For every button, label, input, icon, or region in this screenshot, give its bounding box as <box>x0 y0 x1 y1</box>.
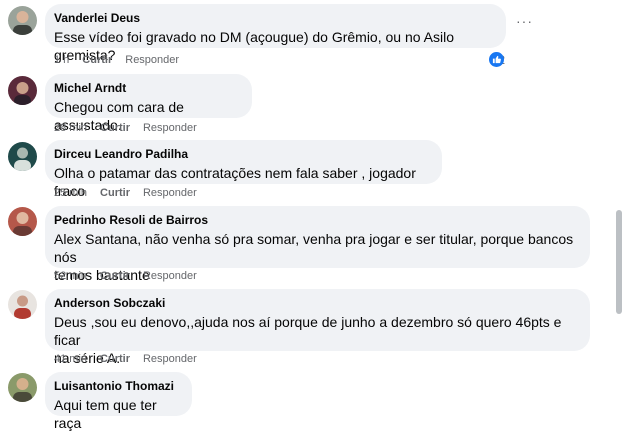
comment-bubble: Anderson Sobczaki Deus ,sou eu denovo,,a… <box>45 289 590 366</box>
comment-bubble: Michel Arndt Chegou com cara de assustad… <box>45 74 252 133</box>
comment-author[interactable]: Pedrinho Resoli de Bairros <box>54 213 578 227</box>
reply-button[interactable]: Responder <box>143 270 197 283</box>
like-button[interactable]: Curtir <box>100 122 130 135</box>
like-button[interactable]: Curtir <box>82 54 112 67</box>
comment-time[interactable]: 52 min <box>54 270 87 283</box>
comment-text: Aqui tem que ter raça <box>54 397 157 431</box>
comment-author[interactable]: Dirceu Leandro Padilha <box>54 147 430 161</box>
comment-bubble: Luisantonio Thomazi Aqui tem que ter raç… <box>45 372 192 431</box>
comment-actions: 52 min Curtir Responder <box>54 270 197 283</box>
comment-actions: 41 min Curtir Responder <box>54 353 197 366</box>
comment-time[interactable]: 41 min <box>54 353 87 366</box>
avatar[interactable] <box>8 207 37 236</box>
comment-author[interactable]: Michel Arndt <box>54 81 240 95</box>
reply-button[interactable]: Responder <box>143 353 197 366</box>
avatar[interactable] <box>8 76 37 105</box>
like-reaction-icon[interactable] <box>489 52 504 67</box>
reply-button[interactable]: Responder <box>143 187 197 200</box>
comment-author[interactable]: Anderson Sobczaki <box>54 296 578 310</box>
comment-bubble: Dirceu Leandro Padilha Olha o patamar da… <box>45 140 442 199</box>
avatar[interactable] <box>8 290 37 319</box>
comment-text-line: Alex Santana, não venha só pra somar, ve… <box>54 231 574 265</box>
reply-button[interactable]: Responder <box>143 122 197 135</box>
reply-button[interactable]: Responder <box>125 54 179 67</box>
like-button[interactable]: Curtir <box>100 187 130 200</box>
comment-time[interactable]: 25 min <box>54 187 87 200</box>
avatar[interactable] <box>8 142 37 171</box>
comment-time[interactable]: 1 h <box>54 54 69 67</box>
comment-actions: 1 h Curtir Responder <box>54 54 179 67</box>
avatar[interactable] <box>8 373 37 402</box>
comment-bubble: Pedrinho Resoli de Bairros Alex Santana,… <box>45 206 590 283</box>
scrollbar[interactable] <box>616 210 622 314</box>
comment-bubble: Vanderlei Deus Esse vídeo foi gravado no… <box>45 4 506 63</box>
comment-actions: 25 min Curtir Responder <box>54 187 197 200</box>
more-options-icon[interactable]: ··· <box>516 14 533 28</box>
like-button[interactable]: Curtir <box>100 270 130 283</box>
comment-author[interactable]: Luisantonio Thomazi <box>54 379 180 393</box>
like-button[interactable]: Curtir <box>100 353 130 366</box>
comment-time[interactable]: 28 min <box>54 122 87 135</box>
comment-author[interactable]: Vanderlei Deus <box>54 11 494 25</box>
comment-actions: 28 min Curtir Responder <box>54 122 197 135</box>
avatar[interactable] <box>8 6 37 35</box>
comment-text-line: Deus ,sou eu denovo,,ajuda nos aí porque… <box>54 314 562 348</box>
